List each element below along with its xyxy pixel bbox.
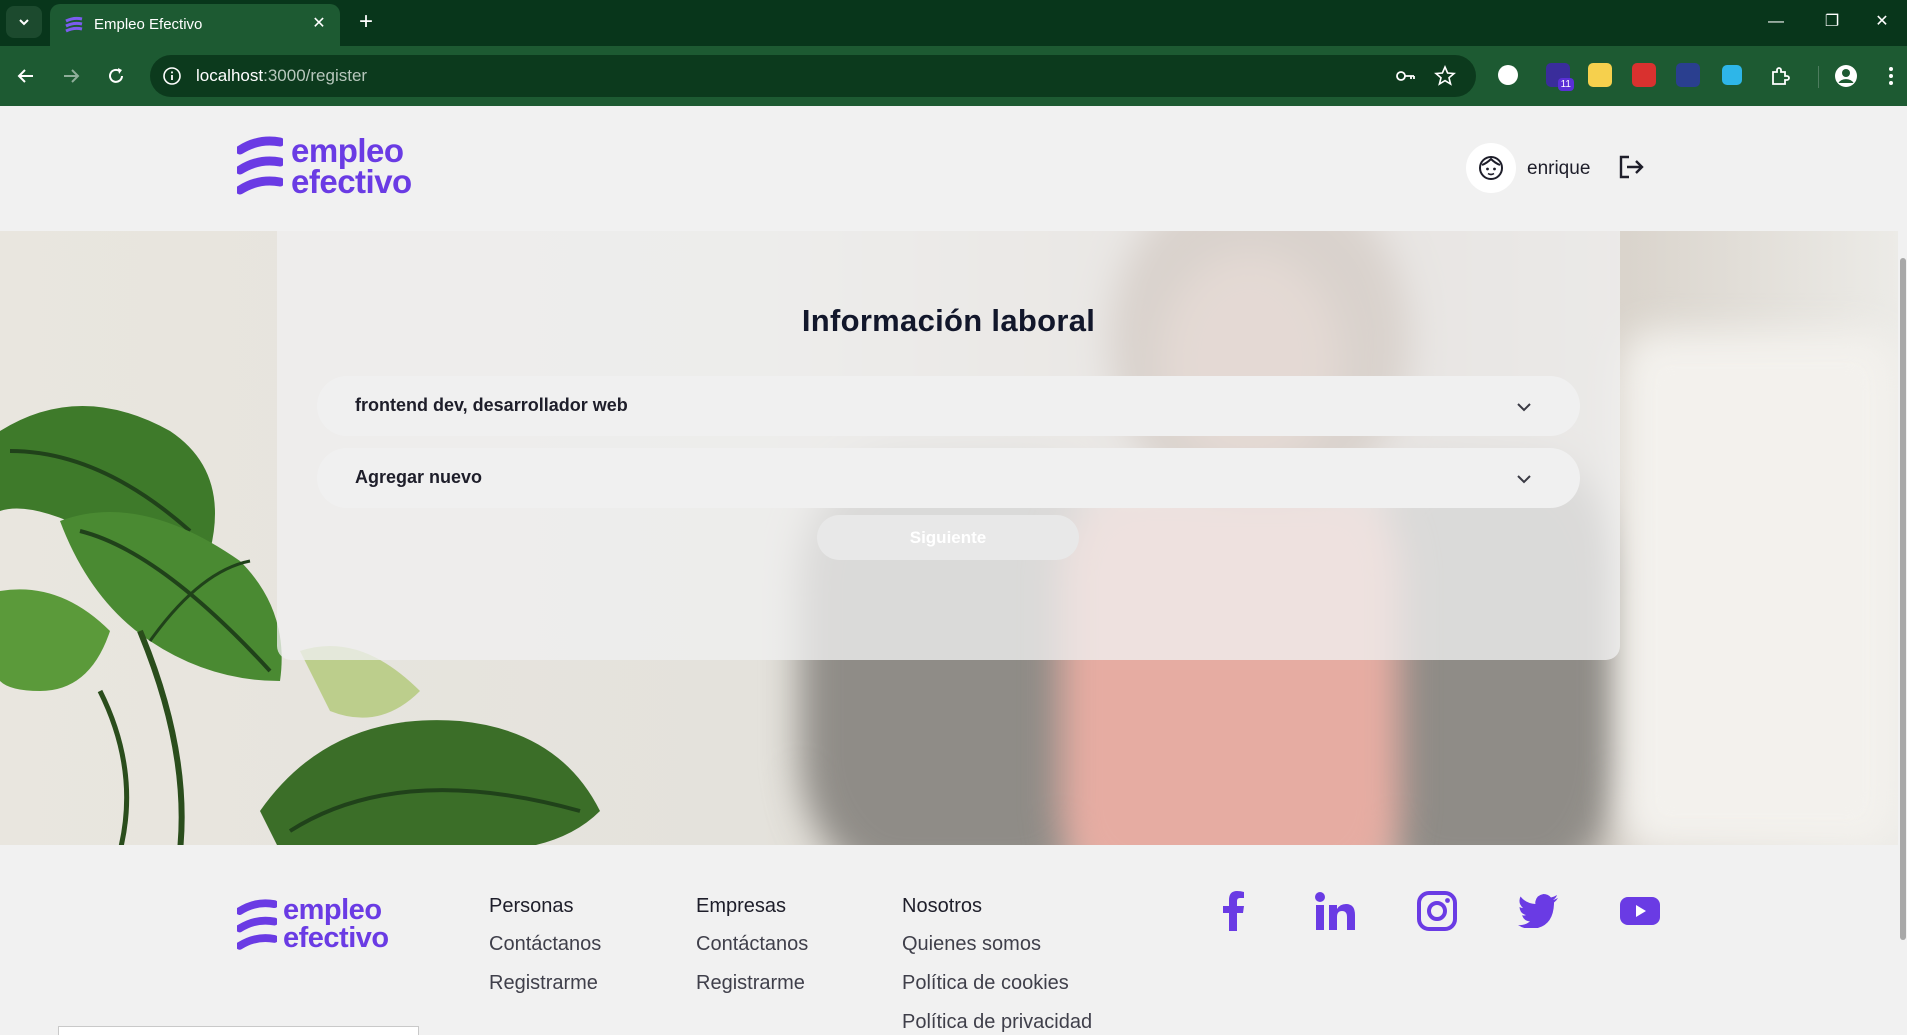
page-scrollbar[interactable] xyxy=(1898,106,1907,1035)
address-bar[interactable]: localhost:3000/register xyxy=(150,55,1476,97)
logout-icon[interactable] xyxy=(1616,152,1646,182)
new-tab-button[interactable]: + xyxy=(352,8,380,36)
bottom-panel-edge xyxy=(58,1026,419,1035)
linkedin-link[interactable] xyxy=(1313,889,1357,933)
footer-link-quienes-somos[interactable]: Quienes somos xyxy=(902,933,1092,956)
reload-button[interactable] xyxy=(100,60,132,92)
footer-logo-wordmark: empleo efectivo xyxy=(283,894,389,954)
footer-link-cookies[interactable]: Política de cookies xyxy=(902,972,1092,995)
minimize-button[interactable]: — xyxy=(1756,8,1796,36)
instagram-link[interactable] xyxy=(1415,889,1459,933)
url-host: localhost xyxy=(196,66,264,85)
site-header: empleo efectivo enrique xyxy=(0,106,1898,231)
work-info-title: Información laboral xyxy=(801,303,1096,338)
close-tab-icon[interactable]: ✕ xyxy=(308,13,330,35)
twitter-icon xyxy=(1518,894,1558,928)
youtube-icon xyxy=(1620,897,1660,925)
forward-button[interactable] xyxy=(55,60,87,92)
browser-toolbar: localhost:3000/register 11 xyxy=(0,46,1907,106)
instagram-icon xyxy=(1417,891,1457,931)
footer-logo[interactable]: empleo efectivo xyxy=(237,894,389,954)
footer-link-registrarme[interactable]: Registrarme xyxy=(489,972,601,995)
browser-tab[interactable]: Empleo Efectivo ✕ xyxy=(50,4,340,46)
reload-icon xyxy=(109,68,123,83)
add-new-select-value: Agregar nuevo xyxy=(355,467,483,487)
twitter-link[interactable] xyxy=(1516,889,1560,933)
browser-tab-bar: Empleo Efectivo ✕ + — ❐ ✕ xyxy=(0,0,1907,46)
chevron-down-icon xyxy=(1517,475,1531,484)
notes-extension-icon[interactable] xyxy=(1588,63,1612,87)
empleo-favicon-icon xyxy=(65,16,83,33)
add-new-select[interactable]: Agregar nuevo xyxy=(317,448,1580,508)
logo-wordmark: empleo efectivo xyxy=(291,131,412,200)
youtube-link[interactable] xyxy=(1618,889,1662,933)
url-text: localhost:3000/register xyxy=(196,66,367,86)
footer-logo-line1: empleo xyxy=(283,894,382,927)
puzzle-icon xyxy=(1772,67,1790,85)
profile-icon xyxy=(1835,65,1857,87)
footer-heading: Personas xyxy=(489,895,574,917)
site-info-icon[interactable] xyxy=(162,66,182,86)
extension-icon[interactable] xyxy=(1498,65,1518,85)
job-title-select-value: frontend dev, desarrollador web xyxy=(355,395,628,415)
back-button[interactable] xyxy=(10,60,42,92)
logo-line2: efectivo xyxy=(291,163,412,200)
close-window-button[interactable]: ✕ xyxy=(1862,8,1902,36)
footer-link-contactanos[interactable]: Contáctanos xyxy=(696,933,808,956)
footer-link-contactanos[interactable]: Contáctanos xyxy=(489,933,601,956)
password-key-icon[interactable] xyxy=(1394,65,1416,87)
scrollbar-thumb[interactable] xyxy=(1900,258,1906,940)
tab-title: Empleo Efectivo xyxy=(94,16,203,33)
footer-column-empresas: Empresas Contáctanos Registrarme xyxy=(696,895,808,1011)
restore-button[interactable]: ❐ xyxy=(1812,8,1852,36)
user-avatar[interactable] xyxy=(1466,143,1516,193)
extensions-menu-button[interactable] xyxy=(1764,60,1796,92)
footer-column-nosotros: Nosotros Quienes somos Política de cooki… xyxy=(902,895,1092,1035)
footer-column-personas: Personas Contáctanos Registrarme xyxy=(489,895,601,1011)
next-button[interactable]: Siguiente xyxy=(817,515,1079,560)
facebook-icon xyxy=(1223,891,1244,931)
work-info-card: Información laboral frontend dev, desarr… xyxy=(277,231,1620,660)
logo-line1: empleo xyxy=(291,131,404,169)
red-extension-icon[interactable] xyxy=(1632,63,1656,87)
header-logo[interactable]: empleo efectivo xyxy=(237,131,412,200)
footer-link-privacidad[interactable]: Política de privacidad xyxy=(902,1011,1092,1034)
tab-search-button[interactable] xyxy=(6,6,42,38)
bookmark-star-icon[interactable] xyxy=(1434,65,1456,87)
footer-heading: Empresas xyxy=(696,895,787,917)
empleo-logo-icon xyxy=(237,136,283,195)
linkedin-icon xyxy=(1315,892,1355,930)
arrow-left-icon xyxy=(17,69,33,83)
browser-menu-button[interactable] xyxy=(1875,60,1907,92)
hero-section: Información laboral frontend dev, desarr… xyxy=(0,231,1898,845)
arrow-right-icon xyxy=(64,69,80,83)
cyan-extension-icon[interactable] xyxy=(1722,65,1742,85)
job-title-select[interactable]: frontend dev, desarrollador web xyxy=(317,376,1580,436)
footer-logo-line2: efectivo xyxy=(283,922,389,954)
toolbar-separator xyxy=(1818,66,1819,88)
footer-link-registrarme[interactable]: Registrarme xyxy=(696,972,808,995)
chevron-down-icon xyxy=(1517,403,1531,412)
extension-badge-icon[interactable]: 11 xyxy=(1546,63,1574,91)
site-footer: empleo efectivo Personas Contáctanos Reg… xyxy=(0,845,1898,1035)
facebook-link[interactable] xyxy=(1212,889,1256,933)
user-name[interactable]: enrique xyxy=(1527,158,1590,180)
face-icon xyxy=(1479,156,1503,180)
translate-extension-icon[interactable] xyxy=(1676,63,1700,87)
empleo-logo-icon xyxy=(237,899,277,950)
kebab-menu-icon xyxy=(1889,67,1893,85)
footer-heading: Nosotros xyxy=(902,895,983,917)
profile-button[interactable] xyxy=(1830,60,1862,92)
chevron-down-icon xyxy=(19,19,29,26)
extension-badge-count: 11 xyxy=(1557,78,1574,91)
url-path: :3000/register xyxy=(263,66,368,85)
background-photo-laptop xyxy=(1620,331,1898,845)
